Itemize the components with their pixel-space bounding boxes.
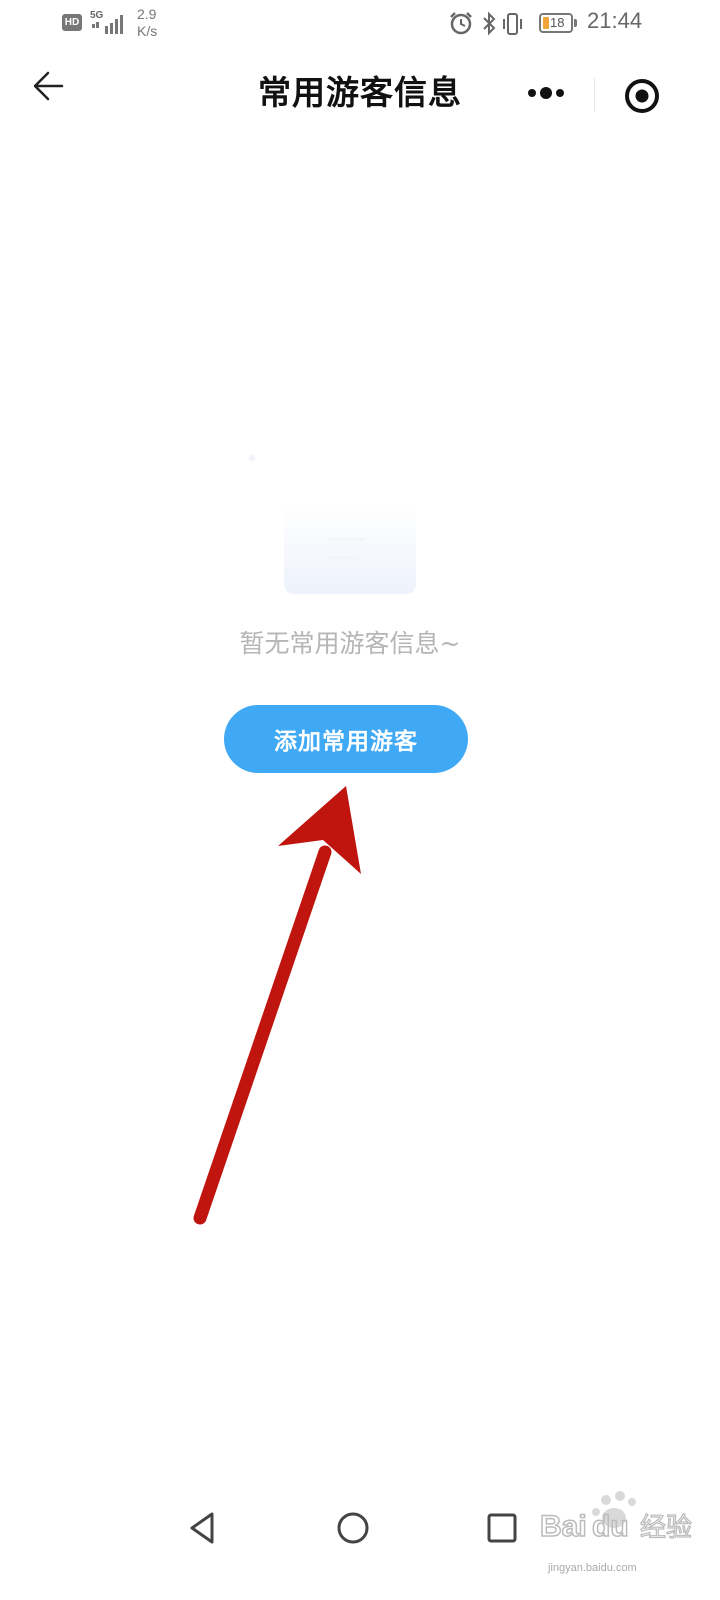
empty-message: 暂无常用游客信息~ (239, 629, 461, 658)
status-time: 21:44 (587, 8, 643, 33)
watermark-url: jingyan.baidu.com (548, 1562, 637, 1574)
alarm-icon (450, 12, 472, 35)
speed-unit: K/s (137, 23, 158, 39)
annotation-arrow (193, 786, 361, 1225)
svg-text:Bai: Bai (540, 1510, 587, 1543)
hd-badge: HD (62, 14, 82, 31)
nav-bar: 常用游客信息 (0, 50, 720, 140)
status-icons (450, 11, 522, 36)
svg-text:经验: 经验 (640, 1513, 692, 1543)
bluetooth-icon (483, 11, 496, 36)
network-speed: 2.9 K/s (137, 6, 157, 40)
baidu-watermark-logo: Bai du 经验 (539, 1491, 693, 1544)
square-recents-icon[interactable] (480, 1506, 524, 1550)
triangle-back-icon[interactable] (180, 1506, 224, 1550)
battery-tip (574, 19, 577, 27)
page-title: 常用游客信息 (258, 73, 462, 112)
battery-icon: 18 (539, 13, 573, 33)
speed-value: 2.9 (137, 6, 157, 22)
empty-folder-illustration (249, 455, 416, 594)
signal-icon (92, 15, 123, 34)
capsule-divider (594, 78, 595, 112)
add-visitor-button[interactable]: 添加常用游客 (224, 705, 468, 773)
vibrate-icon (503, 13, 522, 35)
more-dots-icon[interactable] (520, 78, 572, 108)
status-bar: HD 5G 2.9 K/s 18 21:44 (0, 0, 720, 48)
circle-home-icon[interactable] (331, 1506, 375, 1550)
svg-text:du: du (592, 1510, 629, 1543)
battery-level: 18 (550, 15, 565, 30)
target-close-icon[interactable] (620, 74, 664, 118)
